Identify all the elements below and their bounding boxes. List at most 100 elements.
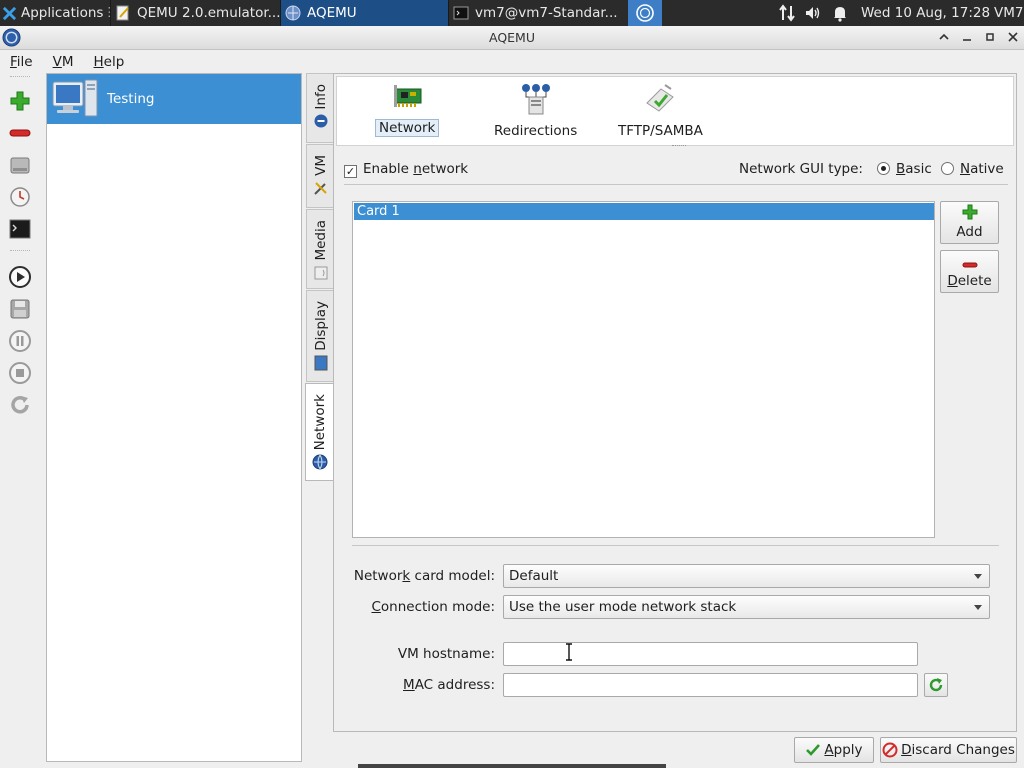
taskbar-item-aqemu[interactable]: AQEMU (280, 0, 448, 26)
network-transfer-icon[interactable] (778, 0, 796, 26)
card-list-item[interactable]: Card 1 (354, 203, 934, 220)
reset-vm-button[interactable] (7, 392, 33, 418)
volume-icon[interactable] (804, 0, 822, 26)
network-subsection-bar: Network Redirections TFTP/SAMBA (336, 76, 1014, 146)
play-icon (9, 266, 31, 288)
snapshots-button[interactable] (7, 184, 33, 210)
tab-media[interactable]: Media (306, 209, 334, 289)
window-shade-button[interactable] (936, 29, 952, 45)
start-vm-button[interactable] (7, 264, 33, 290)
user-menu[interactable]: VM7 (994, 0, 1023, 26)
text-cursor-icon (566, 643, 572, 661)
mac-address-input[interactable] (503, 673, 918, 697)
divider (352, 545, 999, 546)
tab-label: Info (313, 84, 329, 110)
menu-file[interactable]: File (0, 54, 43, 70)
tab-label: Display (313, 301, 329, 351)
button-mnemonic: D (901, 742, 912, 758)
add-card-button[interactable]: Add (940, 201, 999, 244)
minimize-icon (963, 39, 971, 41)
horizontal-scrollbar[interactable] (358, 764, 666, 768)
tab-display[interactable]: Display (306, 290, 334, 382)
pause-vm-button[interactable] (7, 328, 33, 354)
add-vm-button[interactable] (7, 88, 33, 114)
tab-label: VM (313, 155, 329, 176)
checkbox-mnemonic: n (413, 161, 422, 177)
menu-label-post: ile (16, 54, 33, 70)
tab-vm[interactable]: VM (306, 144, 334, 208)
toolbar-grip (10, 76, 30, 77)
select-value: Use the user mode network stack (509, 599, 737, 615)
delete-vm-button[interactable] (7, 120, 33, 146)
vm-list[interactable]: Testing (46, 73, 302, 762)
plus-icon (962, 204, 977, 220)
settings-tab-bar: Info VM Media Display Network (305, 73, 335, 493)
button-mnemonic: A (824, 742, 834, 758)
window-titlebar[interactable]: AQEMU (0, 26, 1024, 50)
gui-type-native-radio[interactable]: Native (941, 161, 1004, 177)
generate-mac-button[interactable] (924, 673, 948, 697)
console-button[interactable] (7, 216, 33, 242)
taskbar-item-terminal[interactable]: vm7@vm7-Standar... (448, 0, 620, 26)
card-model-select[interactable]: Default (503, 564, 990, 588)
bell-icon (834, 7, 846, 22)
label-post: AC address: (414, 677, 495, 693)
connection-mode-select[interactable]: Use the user mode network stack (503, 595, 990, 619)
taskbar-item-label: vm7@vm7-Standar... (475, 5, 618, 21)
plus-icon (10, 91, 30, 111)
redirections-icon (521, 84, 550, 115)
taskbar-item-aqemu-indicator[interactable] (628, 0, 662, 26)
button-label-post: pply (833, 742, 863, 758)
taskbar-item-qemu-editor[interactable]: QEMU 2.0.emulator... (110, 0, 280, 26)
menu-mnemonic: V (52, 54, 62, 70)
apply-button[interactable]: Apply (794, 737, 874, 763)
taskbar-item-label: AQEMU (307, 5, 357, 21)
delete-card-button[interactable]: Delete (940, 250, 999, 293)
chevron-down-icon (974, 605, 982, 610)
subnav-tftp-samba[interactable]: TFTP/SAMBA (615, 83, 706, 139)
minimize-button[interactable] (959, 29, 975, 45)
clock[interactable]: Wed 10 Aug, 17:28 (861, 0, 990, 26)
close-button[interactable] (1005, 29, 1021, 45)
network-settings-panel: Network Redirections TFTP/SAMBA ✓ Enable … (333, 73, 1017, 732)
applications-label: Applications (21, 5, 104, 21)
save-state-button[interactable] (7, 296, 33, 322)
enable-network-checkbox[interactable]: ✓ Enable network (344, 161, 468, 178)
stop-vm-button[interactable] (7, 360, 33, 386)
subnav-redirections[interactable]: Redirections (491, 83, 580, 139)
manage-disks-button[interactable] (7, 152, 33, 178)
vm-name: Testing (107, 91, 155, 107)
radio-mnemonic: B (896, 161, 906, 177)
subnav-label: TFTP/SAMBA (618, 123, 703, 139)
splitter-grip[interactable] (672, 145, 686, 146)
label-post: onnection mode: (380, 599, 495, 615)
discard-changes-button[interactable]: Discard Changes (880, 737, 1017, 763)
maximize-icon (986, 33, 994, 41)
button-label-post: elete (957, 273, 992, 289)
chevron-up-icon (939, 33, 949, 40)
applications-menu-button[interactable]: Applications ☰ (0, 0, 110, 26)
button-label-post: iscard Changes (911, 742, 1015, 758)
chevron-down-icon (974, 574, 982, 579)
menu-vm[interactable]: VM (43, 54, 84, 70)
label-mnemonic: M (403, 677, 415, 693)
tab-info[interactable]: Info (306, 73, 334, 143)
subnav-network[interactable]: Network (375, 83, 440, 137)
connection-mode-label: Connection mode: (371, 599, 495, 615)
speaker-icon (806, 7, 820, 19)
menu-mnemonic: F (10, 54, 17, 70)
menu-help[interactable]: Help (84, 54, 135, 70)
tab-label: Media (313, 220, 329, 261)
maximize-button[interactable] (982, 29, 998, 45)
check-icon (806, 744, 821, 756)
vm-list-item[interactable]: Testing (47, 74, 301, 124)
toolbar-separator (10, 250, 30, 251)
notifications-icon[interactable] (832, 0, 848, 26)
gui-type-basic-radio[interactable]: Basic (877, 161, 932, 177)
radio-indicator (941, 162, 954, 175)
tab-network[interactable]: Network (305, 383, 335, 481)
shared-folder-icon (646, 84, 675, 112)
checkbox-box: ✓ (344, 165, 357, 178)
network-card-list[interactable]: Card 1 (352, 201, 935, 538)
cancel-icon (882, 742, 898, 758)
